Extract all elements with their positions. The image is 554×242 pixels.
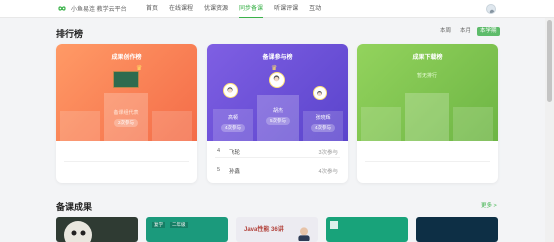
scrollbar-thumb[interactable] <box>547 20 552 102</box>
avatar[interactable] <box>269 72 285 88</box>
tab-week[interactable]: 本周 <box>437 27 454 36</box>
rank-number: 5 <box>217 167 221 173</box>
download-ranking-banner: 成果下载榜 暂无排行 <box>357 44 498 141</box>
third-name: 张晓辉 <box>315 115 331 121</box>
empty-row <box>365 148 490 162</box>
creation-ranking-banner: 成果创作榜 ♛ 备课组代表 2次参与 <box>56 44 197 141</box>
crown-icon: ♛ <box>271 65 278 72</box>
tab-month[interactable]: 本月 <box>457 27 474 36</box>
achievement-thumbnail[interactable] <box>56 217 138 242</box>
rank-count: 4次参与 <box>318 169 338 175</box>
podium-first <box>405 93 449 141</box>
thumbnail-tag: 复学 <box>152 222 165 228</box>
ranking-row[interactable]: 4 飞轮 3次参与 <box>215 144 340 158</box>
ranking-row[interactable]: 5 孙鑫 4次参与 <box>215 163 340 177</box>
ranking-title: 排行榜 <box>56 29 84 39</box>
podium-third <box>453 107 493 141</box>
nav-item-resources[interactable]: 优课资源 <box>204 0 228 18</box>
podium-third <box>152 111 192 141</box>
empty-row <box>64 148 189 162</box>
thumbnail-title: Java性能 36讲 <box>244 227 284 233</box>
podium-second <box>361 107 401 141</box>
participation-ranking-banner: 备课参与榜 ♛ 高顿 4次参与 胡杰 5次参与 张晓辉 4次参与 <box>207 44 348 141</box>
rank-count: 3次参与 <box>318 150 338 156</box>
rank-name: 孙鑫 <box>229 169 241 175</box>
nav-item-interaction[interactable]: 互动 <box>309 0 321 18</box>
first-name: 备课组代表 <box>113 110 139 116</box>
card-title: 成果下载榜 <box>412 55 443 61</box>
podium-second <box>60 111 100 141</box>
second-name: 高顿 <box>227 115 238 121</box>
crown-icon: ♛ <box>136 65 143 72</box>
download-ranking-card: 成果下载榜 暂无排行 <box>357 44 498 183</box>
avatar[interactable] <box>313 86 327 100</box>
nav-item-lesson-prep[interactable]: 同步备课 <box>239 0 264 18</box>
brand-name: 小鱼易连 教学云平台 <box>71 7 127 13</box>
rank-number: 4 <box>217 148 221 154</box>
achievement-thumbnail[interactable]: 复学 二年级 <box>146 217 228 242</box>
first-count: 5次参与 <box>266 117 291 125</box>
period-tabs: 本周 本月 本学期 <box>437 27 500 36</box>
participation-ranking-card: 备课参与榜 ♛ 高顿 4次参与 胡杰 5次参与 张晓辉 4次参与 4 飞轮 3次… <box>207 44 348 183</box>
empty-ranking-text: 暂无排行 <box>416 73 437 79</box>
infinity-logo-icon[interactable] <box>56 4 68 13</box>
rank-name: 飞轮 <box>229 150 241 156</box>
card-title: 成果创作榜 <box>111 55 142 61</box>
nav-item-home[interactable]: 首页 <box>146 0 158 18</box>
first-name: 胡杰 <box>272 108 283 114</box>
more-link[interactable]: 更多 > <box>481 201 497 209</box>
first-count: 2次参与 <box>114 119 139 127</box>
main-nav: 首页 在线课程 优课资源 同步备课 听课评课 互动 <box>146 0 332 18</box>
thumbnail-tag: 二年级 <box>170 222 188 228</box>
card-title: 备课参与榜 <box>262 55 293 61</box>
chalkboard-icon <box>113 71 139 88</box>
nav-item-lesson-review[interactable]: 听课评课 <box>274 0 298 18</box>
achievement-thumbnail[interactable] <box>326 217 408 242</box>
achievement-thumbnail[interactable]: Java性能 36讲 <box>236 217 318 242</box>
creation-ranking-card: 成果创作榜 ♛ 备课组代表 2次参与 <box>56 44 197 183</box>
tab-semester[interactable]: 本学期 <box>477 27 500 36</box>
achievements-title: 备课成果 <box>56 202 93 212</box>
top-navbar: 小鱼易连 教学云平台 首页 在线课程 优课资源 同步备课 听课评课 互动 <box>0 0 554 18</box>
avatar[interactable] <box>223 83 238 98</box>
second-count: 4次参与 <box>221 124 246 132</box>
podium-first <box>104 93 148 141</box>
achievement-thumbnail[interactable] <box>416 217 498 242</box>
user-avatar[interactable] <box>486 4 496 14</box>
nav-item-online-courses[interactable]: 在线课程 <box>169 0 193 18</box>
third-count: 4次参与 <box>311 124 336 132</box>
